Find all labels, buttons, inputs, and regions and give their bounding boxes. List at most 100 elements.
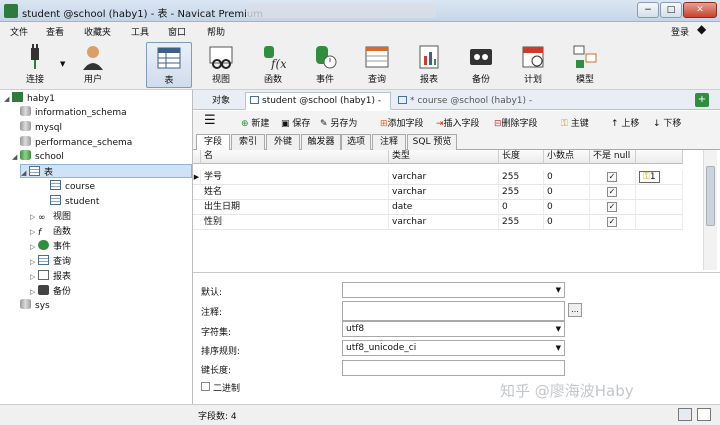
close-button[interactable]: ✕ [683, 2, 717, 18]
tree-db-information-schema[interactable]: information_schema [20, 106, 127, 118]
layout-split-icon[interactable] [697, 408, 711, 421]
not-null-checkbox[interactable]: ✓ [607, 187, 617, 197]
field-name-cell[interactable]: 姓名 [201, 185, 389, 200]
tree-tables-folder[interactable]: ◢ 表 [20, 164, 192, 178]
not-null-checkbox[interactable]: ✓ [607, 217, 617, 227]
field-length-cell[interactable]: 255 [499, 170, 544, 185]
event-button[interactable]: 事件 [302, 42, 348, 88]
expand-icon[interactable]: ▷ [30, 228, 38, 236]
backup-button[interactable]: 备份 [458, 42, 504, 88]
not-null-cell[interactable]: ✓ [590, 215, 636, 230]
tab-options[interactable]: 选项 [341, 134, 371, 150]
expand-icon[interactable]: ▷ [30, 243, 38, 251]
schedule-button[interactable]: 计划 [510, 42, 556, 88]
table-row[interactable]: 姓名 varchar 255 0 ✓ [193, 185, 683, 200]
maximize-button[interactable]: □ [660, 2, 682, 18]
tree-table-course[interactable]: course [50, 180, 95, 192]
layout-toggle-icon[interactable] [678, 408, 692, 421]
new-tab-icon[interactable]: + [695, 93, 709, 107]
field-type-cell[interactable]: varchar [389, 215, 499, 230]
function-button[interactable]: f(x) 函数 [250, 42, 296, 88]
hamburger-menu-icon[interactable]: ☰ [204, 113, 216, 128]
menu-view[interactable]: 查看 [46, 25, 64, 38]
move-down-button[interactable]: ↓ 下移 [653, 116, 681, 129]
user-button[interactable]: 用户 [70, 42, 116, 88]
expand-icon[interactable]: ▷ [30, 288, 38, 296]
tree-views-folder[interactable]: ▷ ∞ 视图 [30, 209, 71, 223]
collation-select[interactable]: utf8_unicode_ci ▼ [342, 340, 565, 356]
field-name-cell[interactable]: 出生日期 [201, 200, 389, 215]
save-button[interactable]: ▣ 保存 [281, 116, 310, 129]
minimize-button[interactable]: − [637, 2, 659, 18]
table-button[interactable]: 表 [146, 42, 192, 88]
tree-reports-folder[interactable]: ▷ 报表 [30, 269, 71, 282]
column-header-decimals[interactable]: 小数点 [544, 150, 590, 164]
tree-backups-folder[interactable]: ▷ 备份 [30, 284, 71, 297]
not-null-checkbox[interactable]: ✓ [607, 172, 617, 182]
report-button[interactable]: 报表 [406, 42, 452, 88]
default-select[interactable]: ▼ [342, 282, 565, 298]
primary-key-button[interactable]: ⚿ 主键 [561, 116, 589, 129]
key-cell[interactable] [636, 215, 683, 230]
tree-queries-folder[interactable]: ▷ 查询 [30, 254, 71, 267]
view-button[interactable]: 视图 [198, 42, 244, 88]
not-null-cell[interactable]: ✓ [590, 185, 636, 200]
connect-dropdown-icon[interactable]: ▼ [60, 60, 65, 68]
field-type-cell[interactable]: date [389, 200, 499, 215]
field-decimals-cell[interactable]: 0 [544, 200, 590, 215]
tab-indexes[interactable]: 索引 [231, 134, 265, 150]
column-header-name[interactable]: 名 [201, 150, 389, 164]
new-button[interactable]: ⊕ 新建 [241, 116, 269, 129]
field-decimals-cell[interactable]: 0 [544, 185, 590, 200]
tab-foreign-keys[interactable]: 外键 [266, 134, 300, 150]
field-type-cell[interactable]: varchar [389, 170, 499, 185]
menu-window[interactable]: 窗口 [168, 25, 186, 38]
expand-icon[interactable]: ▷ [30, 273, 38, 281]
connect-button[interactable]: 连接 [12, 42, 58, 88]
not-null-checkbox[interactable]: ✓ [607, 202, 617, 212]
tree-functions-folder[interactable]: ▷ f 函数 [30, 224, 71, 238]
menu-tools[interactable]: 工具 [131, 25, 149, 38]
key-cell[interactable] [636, 185, 683, 200]
column-header-key[interactable] [636, 150, 683, 164]
table-row[interactable]: 出生日期 date 0 0 ✓ [193, 200, 683, 215]
charset-select[interactable]: utf8 ▼ [342, 321, 565, 337]
collapse-icon[interactable]: ◢ [21, 169, 29, 177]
field-length-cell[interactable]: 255 [499, 185, 544, 200]
field-length-cell[interactable]: 0 [499, 200, 544, 215]
scrollbar-thumb[interactable] [706, 166, 715, 226]
tree-db-performance-schema[interactable]: performance_schema [20, 136, 132, 148]
expand-icon[interactable]: ▷ [30, 213, 38, 221]
expand-icon[interactable]: ▷ [30, 258, 38, 266]
field-decimals-cell[interactable]: 0 [544, 170, 590, 185]
collapse-icon[interactable]: ◢ [12, 153, 20, 161]
grid-scrollbar[interactable] [703, 150, 717, 270]
key-cell[interactable] [636, 200, 683, 215]
tab-student-designer[interactable]: student @school (haby1) - 表 [245, 92, 391, 122]
binary-checkbox[interactable] [201, 382, 210, 391]
tree-connection-haby1[interactable]: ◢ haby1 [4, 92, 55, 104]
key-length-field[interactable] [342, 360, 565, 376]
menu-help[interactable]: 帮助 [207, 25, 225, 38]
query-button[interactable]: 查询 [354, 42, 400, 88]
model-button[interactable]: 模型 [562, 42, 608, 88]
menu-file[interactable]: 文件 [10, 25, 28, 38]
key-cell[interactable]: ⚿1 [636, 170, 683, 185]
tab-sql-preview[interactable]: SQL 预览 [407, 134, 457, 150]
add-field-button[interactable]: ⊞添加字段 [380, 116, 424, 129]
move-up-button[interactable]: ↑ 上移 [611, 116, 639, 129]
table-row[interactable]: 性别 varchar 255 0 ✓ [193, 215, 683, 230]
tab-course-designer[interactable]: * course @school (haby1) - ... [393, 92, 543, 122]
tree-db-sys[interactable]: sys [20, 299, 50, 311]
field-name-cell[interactable]: 性别 [201, 215, 389, 230]
field-length-cell[interactable]: 255 [499, 215, 544, 230]
tree-events-folder[interactable]: ▷ 事件 [30, 239, 71, 252]
column-header-not-null[interactable]: 不是 null [590, 150, 636, 164]
not-null-cell[interactable]: ✓ [590, 170, 636, 185]
field-name-cell[interactable]: 学号 [201, 170, 389, 185]
field-type-cell[interactable]: varchar [389, 185, 499, 200]
tab-fields[interactable]: 字段 [196, 134, 230, 150]
delete-field-button[interactable]: ⊟删除字段 [494, 116, 538, 129]
column-header-type[interactable]: 类型 [389, 150, 499, 164]
tree-db-school[interactable]: ◢ school [12, 150, 64, 162]
